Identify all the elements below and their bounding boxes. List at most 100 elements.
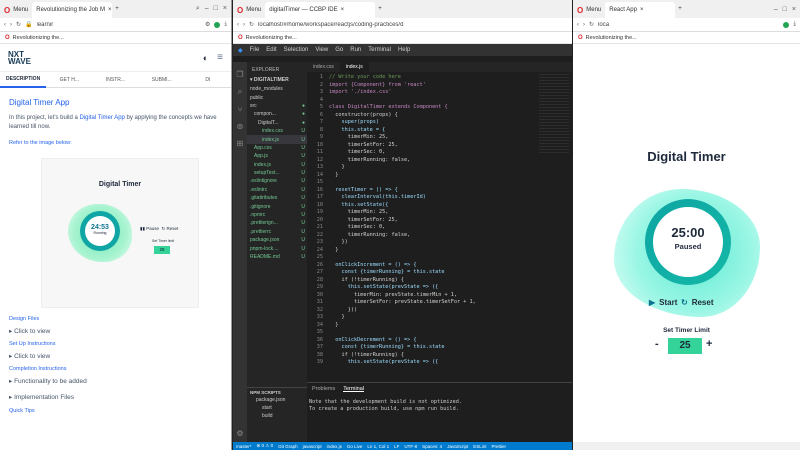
- code-line[interactable]: 32 })): [307, 307, 572, 315]
- tab-description[interactable]: DESCRIPTION: [0, 72, 47, 88]
- minimize-icon[interactable]: –: [774, 6, 778, 13]
- menu-edit[interactable]: Edit: [266, 47, 276, 53]
- download-icon[interactable]: ⤓: [224, 21, 227, 28]
- theme-icon[interactable]: ◐: [203, 53, 208, 63]
- file-tree-item[interactable]: index.js U: [247, 161, 307, 169]
- reset-button[interactable]: ↻ Reset: [681, 298, 714, 307]
- menu-view[interactable]: View: [315, 47, 328, 53]
- file-tree-item[interactable]: .eslintrc U: [247, 186, 307, 194]
- code-lines[interactable]: 1 // Write your code here 2 import {Compone…: [307, 72, 572, 367]
- status-item[interactable]: index.js: [327, 444, 342, 449]
- menu-terminal[interactable]: Terminal: [368, 47, 391, 53]
- editor-tab-css[interactable]: index.css: [307, 62, 340, 72]
- new-tab-icon[interactable]: +: [378, 6, 382, 12]
- file-tree-item[interactable]: pnpm-lock.... U: [247, 244, 307, 252]
- nxtwave-logo[interactable]: NXT WAVE: [8, 50, 31, 65]
- tab-get-help[interactable]: GET H...: [46, 73, 92, 87]
- forward-icon[interactable]: ›: [10, 22, 12, 28]
- editor-tab-js[interactable]: index.js: [339, 62, 369, 72]
- status-item[interactable]: ⊗ 0 ⚠ 0: [257, 443, 274, 449]
- code-line[interactable]: 10 timerSetFor: 25,: [307, 142, 572, 150]
- file-tree-item[interactable]: setupTest... U: [247, 169, 307, 177]
- npm-build[interactable]: build: [250, 413, 304, 419]
- status-item[interactable]: Prettier: [491, 444, 506, 449]
- code-line[interactable]: 27 const {timerRunning} = this.state: [307, 269, 572, 277]
- section-toggle[interactable]: ▸ Click to view: [9, 327, 222, 335]
- code-line[interactable]: 33 }: [307, 314, 572, 322]
- code-line[interactable]: 2 import {Component} from 'react': [307, 82, 572, 90]
- url-field[interactable]: learnir: [37, 22, 201, 28]
- status-item[interactable]: UTF-8: [404, 444, 417, 449]
- code-line[interactable]: 19 timerMin: 25,: [307, 209, 572, 217]
- hamburger-icon[interactable]: ≡: [217, 52, 223, 63]
- forward-icon[interactable]: ›: [243, 22, 245, 28]
- explorer-root[interactable]: ▾ DIGITALTIMER: [247, 77, 307, 83]
- code-line[interactable]: 9 timerMin: 25,: [307, 134, 572, 142]
- code-line[interactable]: 23 }): [307, 239, 572, 247]
- terminal-output[interactable]: Note that the development build is not o…: [307, 395, 572, 413]
- code-line[interactable]: 18 this.setState({: [307, 202, 572, 210]
- code-editor[interactable]: index.css index.js 1 // Write your code h…: [307, 62, 572, 380]
- npm-start[interactable]: start: [250, 405, 304, 411]
- url-field[interactable]: localhost/#/home/workspace/reactjs/codin…: [258, 22, 568, 28]
- file-tree-item[interactable]: .gitattributes U: [247, 194, 307, 202]
- reload-icon[interactable]: ↻: [249, 21, 254, 28]
- tab-terminal[interactable]: Terminal: [343, 386, 365, 392]
- code-line[interactable]: 28 if (!timerRunning) {: [307, 277, 572, 285]
- code-line[interactable]: 30 timerMin: prevState.timerMin + 1,: [307, 292, 572, 300]
- file-tree-item[interactable]: compon... ●: [247, 110, 307, 118]
- code-line[interactable]: 1 // Write your code here: [307, 74, 572, 82]
- file-tree-item[interactable]: node_modules: [247, 85, 307, 93]
- status-item[interactable]: Ln 1, Col 1: [367, 444, 389, 449]
- code-line[interactable]: 7 super(props): [307, 119, 572, 127]
- file-tree-item[interactable]: public: [247, 93, 307, 101]
- minimap[interactable]: [539, 74, 569, 154]
- files-icon[interactable]: ❐: [233, 70, 247, 79]
- status-item[interactable]: JavaScript: [447, 444, 468, 449]
- maximize-icon[interactable]: □: [214, 5, 218, 13]
- file-tree-item[interactable]: index.js U: [247, 135, 307, 144]
- code-line[interactable]: 5 class DigitalTimer extends Component {: [307, 104, 572, 112]
- close-window-icon[interactable]: ×: [223, 5, 227, 13]
- file-tree-item[interactable]: App.js U: [247, 152, 307, 160]
- extensions-icon[interactable]: ⚙: [205, 21, 210, 28]
- tab-submissions[interactable]: SUBMI...: [139, 73, 185, 87]
- tab-instructions[interactable]: INSTR...: [92, 73, 138, 87]
- intro-link[interactable]: Digital Timer App: [80, 115, 125, 121]
- status-item[interactable]: Git Graph: [278, 444, 298, 449]
- minimize-icon[interactable]: –: [205, 5, 209, 13]
- menu-help[interactable]: Help: [398, 47, 410, 53]
- file-tree-item[interactable]: index.css U: [247, 127, 307, 135]
- url-field[interactable]: loca: [598, 22, 779, 28]
- code-line[interactable]: 22 timerRunning: false,: [307, 232, 572, 240]
- increment-button[interactable]: +: [706, 338, 712, 350]
- bookmark-item[interactable]: Revolutionizing the...: [246, 35, 297, 41]
- code-line[interactable]: 3 import './index.css': [307, 89, 572, 97]
- section-toggle[interactable]: ▸ Functionality to be added: [9, 377, 222, 385]
- code-line[interactable]: 24 }: [307, 247, 572, 255]
- extensions-icon[interactable]: ⊞: [233, 139, 247, 148]
- browser-tab[interactable]: digitalTimer — CCBP IDE ×: [265, 2, 376, 18]
- close-icon[interactable]: ×: [108, 7, 112, 13]
- back-icon[interactable]: ‹: [577, 22, 579, 28]
- code-line[interactable]: 29 this.setState(prevState => ({: [307, 284, 572, 292]
- code-line[interactable]: 8 this.state = {: [307, 127, 572, 135]
- file-tree-item[interactable]: .prettierign... U: [247, 219, 307, 227]
- debug-icon[interactable]: ⊛: [233, 122, 247, 131]
- code-line[interactable]: 13 }: [307, 164, 572, 172]
- code-line[interactable]: 26 onClickIncrement = () => {: [307, 262, 572, 270]
- back-icon[interactable]: ‹: [4, 22, 6, 28]
- code-line[interactable]: 16 resetTimer = () => {: [307, 187, 572, 195]
- file-tree-item[interactable]: README.md U: [247, 253, 307, 261]
- status-item[interactable]: ESLint: [473, 444, 486, 449]
- npm-package[interactable]: package.json: [250, 397, 304, 403]
- opera-menu[interactable]: O Menu: [233, 2, 265, 18]
- code-line[interactable]: 31 timerSetFor: prevState.timerSetFor + …: [307, 299, 572, 307]
- status-item[interactable]: Spaces: 4: [422, 444, 442, 449]
- tab-problems[interactable]: Problems: [312, 386, 335, 392]
- code-line[interactable]: 6 constructor(props) {: [307, 112, 572, 120]
- menu-selection[interactable]: Selection: [284, 47, 309, 53]
- menu-go[interactable]: Go: [335, 47, 343, 53]
- code-line[interactable]: 37 const {timerRunning} = this.state: [307, 344, 572, 352]
- source-control-icon[interactable]: ⑂: [233, 105, 247, 114]
